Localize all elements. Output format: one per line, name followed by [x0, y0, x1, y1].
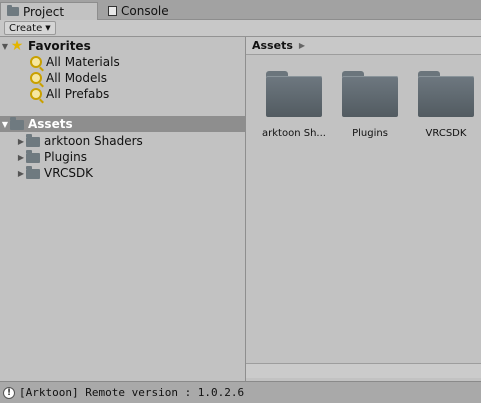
asset-label: VRCSDK	[425, 128, 467, 139]
folder-icon	[266, 71, 322, 117]
asset-folder-arktoon-shaders[interactable]: arktoon Sh...	[256, 71, 332, 139]
window-tab-bar: Project Console	[0, 0, 481, 20]
console-icon	[108, 5, 117, 16]
create-button-label: Create	[9, 22, 43, 34]
breadcrumb-arrow-icon: ▶	[298, 41, 306, 50]
tab-project-label: Project	[23, 4, 65, 19]
collapse-arrow-icon[interactable]: ▶	[16, 169, 26, 178]
search-icon	[30, 72, 42, 84]
search-icon	[30, 88, 42, 100]
project-tree-pane[interactable]: ▼ ★ Favorites All Materials All Models A…	[0, 37, 246, 381]
tree-item-label: All Prefabs	[46, 87, 110, 101]
create-button[interactable]: Create ▼	[4, 21, 56, 35]
star-icon: ★	[10, 38, 24, 54]
project-toolbar: Create ▼	[0, 20, 481, 37]
folder-icon	[7, 5, 19, 16]
tree-item-label: VRCSDK	[44, 166, 94, 180]
folder-icon	[342, 71, 398, 117]
tree-item-label: All Materials	[46, 55, 120, 69]
tree-item-label: Plugins	[44, 150, 87, 164]
status-message: [Arktoon] Remote version : 1.0.2.6	[19, 386, 245, 399]
breadcrumb: Assets ▶	[246, 37, 481, 55]
expand-arrow-icon[interactable]: ▼	[0, 42, 10, 51]
info-icon: !	[3, 386, 15, 399]
asset-label: Plugins	[352, 128, 388, 139]
tree-item-favorites[interactable]: ▼ ★ Favorites	[0, 38, 245, 54]
dropdown-caret-icon: ▼	[45, 24, 51, 32]
horizontal-scrollbar[interactable]	[246, 363, 481, 378]
tree-item-all-models[interactable]: All Models	[0, 70, 275, 86]
tree-item-vrcsdk[interactable]: ▶ VRCSDK	[0, 165, 261, 181]
breadcrumb-assets[interactable]: Assets	[252, 39, 293, 52]
tree-item-label: Favorites	[28, 39, 91, 53]
tree-item-label: arktoon Shaders	[44, 134, 143, 148]
tree-item-label: All Models	[46, 71, 107, 85]
status-bar[interactable]: ! [Arktoon] Remote version : 1.0.2.6	[0, 381, 481, 403]
tree-item-assets[interactable]: ▼ Assets	[0, 116, 245, 132]
tree-item-all-prefabs[interactable]: All Prefabs	[0, 86, 275, 102]
folder-icon	[26, 134, 40, 147]
search-icon	[30, 56, 42, 68]
asset-label: arktoon Sh...	[262, 128, 326, 139]
tree-item-label: Assets	[28, 117, 73, 131]
folder-icon	[418, 71, 474, 117]
tree-item-all-materials[interactable]: All Materials	[0, 54, 275, 70]
expand-arrow-icon[interactable]: ▼	[0, 120, 10, 129]
asset-folder-plugins[interactable]: Plugins	[332, 71, 408, 139]
collapse-arrow-icon[interactable]: ▶	[16, 137, 26, 146]
asset-folder-vrcsdk[interactable]: VRCSDK	[408, 71, 481, 139]
tree-item-plugins[interactable]: ▶ Plugins	[0, 149, 261, 165]
collapse-arrow-icon[interactable]: ▶	[16, 153, 26, 162]
tab-console[interactable]: Console	[102, 2, 192, 19]
folder-icon	[10, 117, 24, 130]
folder-icon	[26, 166, 40, 179]
tab-project[interactable]: Project	[0, 2, 98, 20]
tree-item-arktoon-shaders[interactable]: ▶ arktoon Shaders	[0, 133, 261, 149]
folder-icon	[26, 150, 40, 163]
asset-browser-pane[interactable]: Assets ▶ arktoon Sh... Plugins VRCSDK	[246, 37, 481, 381]
tab-console-label: Console	[121, 3, 169, 18]
